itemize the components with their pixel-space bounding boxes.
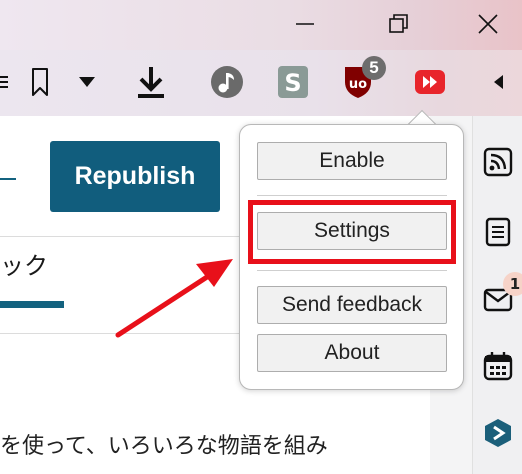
dropdown-icon xyxy=(79,77,95,87)
bookmark-icon xyxy=(32,68,48,96)
active-tab-indicator xyxy=(0,301,64,308)
tab-label[interactable]: ック xyxy=(0,246,48,281)
s-extension-button[interactable]: S xyxy=(276,62,310,102)
menu-icon xyxy=(0,76,8,88)
send-feedback-button[interactable]: Send feedback xyxy=(257,286,447,324)
calendar-icon xyxy=(483,352,513,381)
bookmark-dropdown-button[interactable] xyxy=(74,62,100,102)
close-button[interactable] xyxy=(466,6,510,42)
notes-icon xyxy=(485,217,511,247)
downloads-button[interactable] xyxy=(134,62,168,102)
menu-button[interactable] xyxy=(0,62,8,102)
sidebar-item-feeds[interactable] xyxy=(482,146,514,178)
minimize-button[interactable] xyxy=(283,6,327,42)
settings-highlight-box xyxy=(248,200,456,264)
rss-icon xyxy=(483,147,513,177)
sidebar-item-extension[interactable] xyxy=(482,417,514,449)
restore-button[interactable] xyxy=(376,6,420,42)
mail-unread-badge: 1 xyxy=(503,272,522,296)
bookmark-button[interactable] xyxy=(26,62,54,102)
close-icon xyxy=(478,14,498,34)
input-underline xyxy=(0,178,16,180)
skip-extension-button[interactable] xyxy=(410,62,450,102)
extension-icon xyxy=(485,419,511,447)
toolbar-overflow-button[interactable] xyxy=(490,62,506,102)
svg-text:uo: uo xyxy=(349,77,367,92)
skip-extension-icon xyxy=(415,70,445,94)
music-extension-icon xyxy=(211,66,243,98)
sidebar-item-calendar[interactable] xyxy=(482,350,514,382)
popup-divider xyxy=(257,270,447,271)
article-text: を使って、いろいろな物語を組み xyxy=(0,434,328,459)
music-extension-button[interactable] xyxy=(207,62,247,102)
sidebar-item-notes[interactable] xyxy=(482,216,514,248)
download-icon xyxy=(138,67,164,98)
republish-button[interactable]: Republish xyxy=(50,141,220,212)
svg-text:S: S xyxy=(284,69,301,97)
s-extension-icon: S xyxy=(278,66,308,98)
title-bar xyxy=(0,0,522,50)
minimize-icon xyxy=(296,23,314,25)
back-arrow-icon xyxy=(494,75,503,89)
restore-icon xyxy=(389,14,408,33)
ublock-count-badge: 5 xyxy=(362,56,386,80)
about-button[interactable]: About xyxy=(257,334,447,372)
enable-button[interactable]: Enable xyxy=(257,142,447,180)
popup-divider xyxy=(257,195,447,196)
